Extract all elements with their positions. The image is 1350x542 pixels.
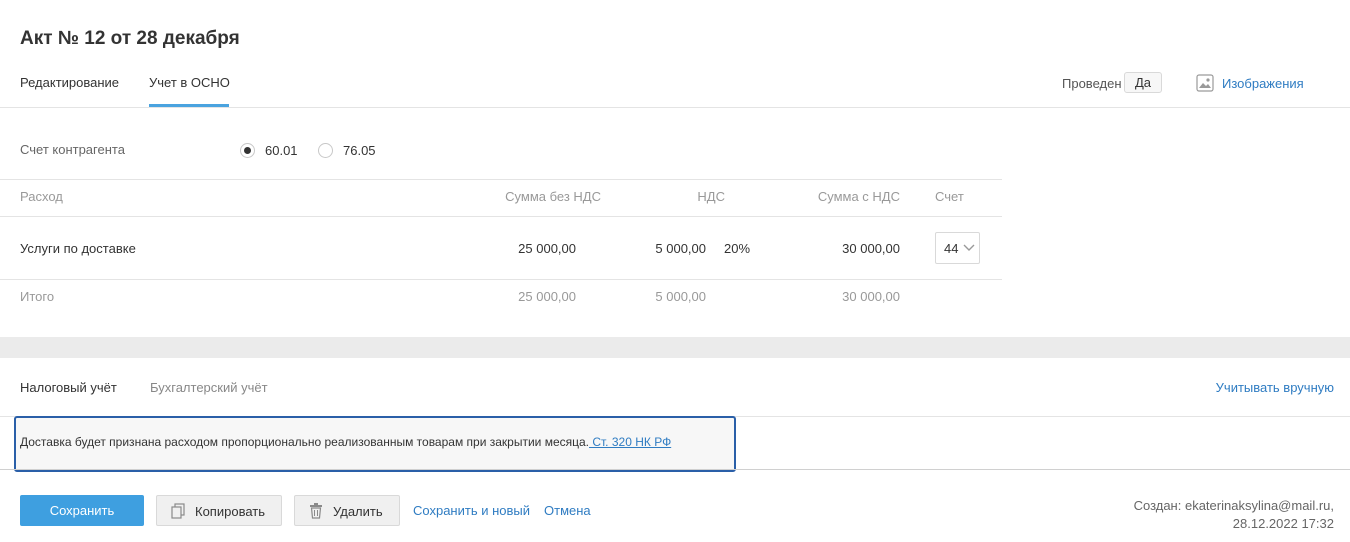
posted-label: Проведен (1062, 76, 1122, 91)
account-select[interactable]: 44 (935, 232, 980, 264)
copy-button-label: Копировать (195, 504, 265, 519)
radio-60-01[interactable] (240, 143, 255, 158)
counterparty-account-label: Счет контрагента (20, 142, 125, 157)
radio-76-05[interactable] (318, 143, 333, 158)
table-top-divider (0, 179, 1002, 180)
row-amount-no-vat: 25 000,00 (518, 241, 576, 256)
column-header-vat: НДС (697, 189, 725, 204)
tab-osno-accounting[interactable]: Учет в ОСНО (149, 75, 230, 90)
column-header-expense: Расход (20, 189, 63, 204)
column-header-amount-with-vat: Сумма с НДС (817, 189, 900, 204)
row-vat-rate: 20% (724, 241, 751, 256)
total-amount-with-vat: 30 000,00 (842, 289, 900, 304)
radio-60-01-label[interactable]: 60.01 (265, 143, 298, 158)
chevron-down-icon (963, 244, 975, 251)
page-title: Акт № 12 от 28 декабря (20, 28, 240, 49)
save-and-new-link[interactable]: Сохранить и новый (413, 503, 530, 518)
total-vat: 5 000,00 (655, 289, 706, 304)
image-icon[interactable] (1196, 74, 1214, 92)
delete-button-label: Удалить (333, 504, 383, 519)
delete-button[interactable]: Удалить (294, 495, 400, 526)
trash-icon (310, 503, 322, 519)
copy-icon (171, 503, 185, 519)
header-divider (0, 107, 1350, 108)
total-label: Итого (20, 289, 55, 304)
table-row-divider (0, 279, 1002, 280)
tax-code-link[interactable]: Ст. 320 НК РФ (589, 435, 671, 449)
created-date: 28.12.2022 17:32 (1232, 516, 1334, 531)
cancel-link[interactable]: Отмена (544, 503, 591, 518)
column-header-account: Счет (935, 189, 964, 204)
column-header-amount-no-vat: Сумма без НДС (505, 189, 601, 204)
radio-76-05-label[interactable]: 76.05 (343, 143, 376, 158)
expense-note: Доставка будет признана расходом пропорц… (14, 416, 736, 472)
section-separator (0, 337, 1350, 358)
manual-accounting-link[interactable]: Учитывать вручную (1216, 380, 1334, 395)
table-header-divider (0, 216, 1002, 217)
created-by: Создан: ekaterinaksylina@mail.ru, (1133, 498, 1334, 513)
images-link[interactable]: Изображения (1222, 76, 1304, 91)
created-info: Создан: ekaterinaksylina@mail.ru, 28.12.… (1134, 497, 1334, 533)
tab-bookkeeping[interactable]: Бухгалтерский учёт (150, 380, 268, 395)
tab-tax-accounting[interactable]: Налоговый учёт (20, 380, 117, 395)
posted-toggle[interactable]: Да (1124, 72, 1162, 93)
row-expense: Услуги по доставке (20, 241, 136, 256)
footer-divider (0, 469, 1350, 470)
row-amount-with-vat: 30 000,00 (842, 241, 900, 256)
save-button[interactable]: Сохранить (20, 495, 144, 526)
tab-editing[interactable]: Редактирование (20, 75, 119, 90)
expense-note-message: Доставка будет признана расходом пропорц… (20, 435, 590, 449)
expense-note-text: Доставка будет признана расходом пропорц… (20, 435, 671, 449)
copy-button[interactable]: Копировать (156, 495, 282, 526)
row-vat: 5 000,00 (655, 241, 706, 256)
account-select-value: 44 (944, 241, 959, 256)
total-amount-no-vat: 25 000,00 (518, 289, 576, 304)
